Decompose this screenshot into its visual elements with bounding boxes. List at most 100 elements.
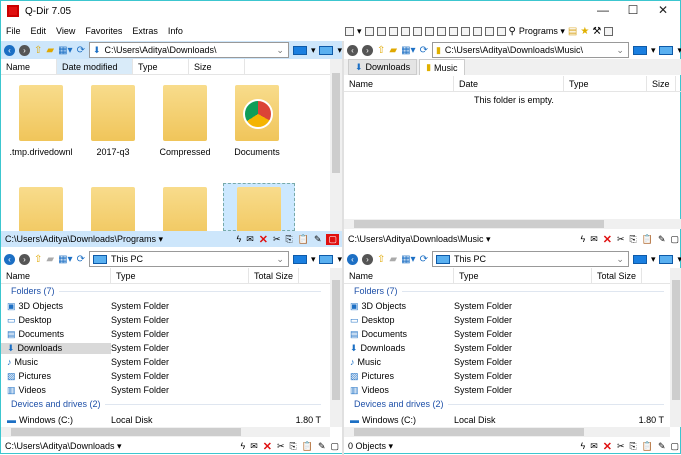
layout-icon[interactable] xyxy=(413,27,422,36)
layout-icon[interactable] xyxy=(461,27,470,36)
folder-item[interactable]: Compressed xyxy=(149,85,221,157)
list-item[interactable]: ⬇DownloadsSystem Folder xyxy=(1,341,321,355)
tab-music[interactable]: ▮Music xyxy=(419,59,464,75)
folder-item[interactable]: 2017-q3 xyxy=(77,85,149,157)
window-icon[interactable] xyxy=(604,27,613,36)
address-bar[interactable]: This PC⌄ xyxy=(89,251,289,267)
layout-icon[interactable] xyxy=(425,27,434,36)
group-header-drives[interactable]: Devices and drives (2) xyxy=(11,399,321,409)
column-date-modified[interactable]: Date modified xyxy=(57,59,133,74)
desktop-icon[interactable] xyxy=(319,255,333,264)
list-item[interactable]: ▣3D ObjectsSystem Folder xyxy=(1,299,321,313)
cut-icon[interactable]: ✂ xyxy=(617,234,625,245)
close-pane-icon[interactable]: ▢ xyxy=(670,234,679,245)
programs-button[interactable]: Programs ▾ xyxy=(519,26,565,37)
paste-icon[interactable]: 📋 xyxy=(642,441,653,452)
printer-icon[interactable]: ▤ xyxy=(568,26,577,37)
monitor-icon[interactable] xyxy=(633,46,647,55)
column-total-size[interactable]: Total Size xyxy=(249,268,299,283)
column-total-size[interactable]: Total Size xyxy=(592,268,642,283)
layout-icon[interactable] xyxy=(473,27,482,36)
monitor-icon[interactable] xyxy=(293,255,307,264)
favorites-star-icon[interactable]: ★ xyxy=(580,26,589,37)
refresh-icon[interactable]: ⟳ xyxy=(420,254,428,265)
lightning-icon[interactable]: ϟ xyxy=(240,441,245,451)
menu-info[interactable]: Info xyxy=(163,23,188,39)
lightning-icon[interactable]: ϟ xyxy=(580,234,585,244)
copy-icon[interactable]: ⎘ xyxy=(630,234,637,245)
column-type[interactable]: Type xyxy=(454,268,592,283)
list-item[interactable]: ▨PicturesSystem Folder xyxy=(344,369,664,383)
list-item[interactable]: ▣3D ObjectsSystem Folder xyxy=(344,299,664,313)
chevron-down-icon[interactable]: ⌄ xyxy=(616,45,624,56)
paste-icon[interactable]: 📋 xyxy=(642,234,653,245)
view-mode-icon[interactable]: ▦▾ xyxy=(401,45,415,56)
cut-icon[interactable]: ✂ xyxy=(273,234,281,245)
new-folder-icon[interactable]: ▰ xyxy=(389,254,397,265)
layout-icon[interactable] xyxy=(497,27,506,36)
vertical-scrollbar[interactable] xyxy=(330,59,342,231)
list-item[interactable]: ▬Windows (C:)Local Disk1.80 T xyxy=(344,413,664,427)
close-pane-icon[interactable]: ▢ xyxy=(326,234,339,245)
paste-icon[interactable]: 📋 xyxy=(298,234,309,245)
minimize-button[interactable]: — xyxy=(589,3,617,19)
horizontal-scrollbar[interactable] xyxy=(1,427,330,437)
copy-icon[interactable]: ⎘ xyxy=(290,441,297,452)
horizontal-scrollbar[interactable] xyxy=(344,219,681,229)
refresh-icon[interactable]: ⟳ xyxy=(420,45,428,56)
chevron-down-icon[interactable]: ⌄ xyxy=(276,254,284,265)
view-mode-icon[interactable]: ▦▾ xyxy=(401,254,415,265)
layout-icon[interactable] xyxy=(389,27,398,36)
properties-icon[interactable]: ✎ xyxy=(658,234,666,245)
new-folder-icon[interactable]: ▰ xyxy=(46,45,54,56)
folder-item[interactable]: .tmp.drivedownl xyxy=(5,85,77,157)
column-name[interactable]: Name xyxy=(1,268,111,283)
list-item[interactable]: ⬇DownloadsSystem Folder xyxy=(344,341,664,355)
delete-icon[interactable]: ✕ xyxy=(603,440,612,453)
column-name[interactable]: Name xyxy=(344,268,454,283)
delete-icon[interactable]: ✕ xyxy=(603,233,612,246)
layout-icon[interactable] xyxy=(485,27,494,36)
list-item[interactable]: ▤DocumentsSystem Folder xyxy=(344,327,664,341)
up-folder-icon[interactable]: ⇧ xyxy=(34,254,42,265)
lightning-icon[interactable]: ϟ xyxy=(236,234,241,244)
status-path[interactable]: C:\Users\Aditya\Downloads ▾ xyxy=(5,441,235,452)
layout-icon[interactable] xyxy=(449,27,458,36)
delete-icon[interactable]: ✕ xyxy=(259,233,268,246)
menu-extras[interactable]: Extras xyxy=(127,23,163,39)
tools-icon[interactable]: ⚒ xyxy=(592,26,601,37)
list-item[interactable]: ▥VideosSystem Folder xyxy=(1,383,321,397)
folder-item[interactable]: Documents xyxy=(221,85,293,157)
copy-icon[interactable]: ⎘ xyxy=(286,234,293,245)
layout-icon[interactable] xyxy=(437,27,446,36)
column-type[interactable]: Type xyxy=(133,59,189,74)
view-mode-icon[interactable]: ▦▾ xyxy=(58,254,72,265)
address-bar[interactable]: ▮C:\Users\Aditya\Downloads\Music\⌄ xyxy=(432,42,629,58)
group-header-folders[interactable]: Folders (7) xyxy=(11,286,321,296)
new-folder-icon[interactable]: ▰ xyxy=(46,254,54,265)
list-item[interactable]: ▭DesktopSystem Folder xyxy=(1,313,321,327)
forward-icon[interactable]: › xyxy=(362,254,373,265)
group-header-drives[interactable]: Devices and drives (2) xyxy=(354,399,664,409)
column-type[interactable]: Type xyxy=(564,76,647,91)
column-name[interactable]: Name xyxy=(1,59,57,74)
properties-icon[interactable]: ✎ xyxy=(318,441,326,452)
list-item[interactable]: ▬Windows (C:)Local Disk1.80 T xyxy=(1,413,321,427)
maximize-button[interactable]: ☐ xyxy=(619,3,647,19)
properties-icon[interactable]: ✎ xyxy=(314,234,322,245)
mail-icon[interactable]: ✉ xyxy=(590,234,598,245)
desktop-icon[interactable] xyxy=(659,255,673,264)
forward-icon[interactable]: › xyxy=(19,45,30,56)
back-icon[interactable]: ‹ xyxy=(347,254,358,265)
list-item[interactable]: ▨PicturesSystem Folder xyxy=(1,369,321,383)
up-folder-icon[interactable]: ⇧ xyxy=(377,45,385,56)
menu-edit[interactable]: Edit xyxy=(26,23,52,39)
paste-icon[interactable]: 📋 xyxy=(302,441,313,452)
refresh-icon[interactable]: ⟳ xyxy=(77,45,85,56)
mail-icon[interactable]: ✉ xyxy=(250,441,258,452)
refresh-icon[interactable]: ⟳ xyxy=(77,254,85,265)
horizontal-scrollbar[interactable] xyxy=(344,427,670,437)
back-icon[interactable]: ‹ xyxy=(4,254,15,265)
pane-splitter[interactable] xyxy=(342,41,344,455)
list-item[interactable]: ♪MusicSystem Folder xyxy=(1,355,321,369)
